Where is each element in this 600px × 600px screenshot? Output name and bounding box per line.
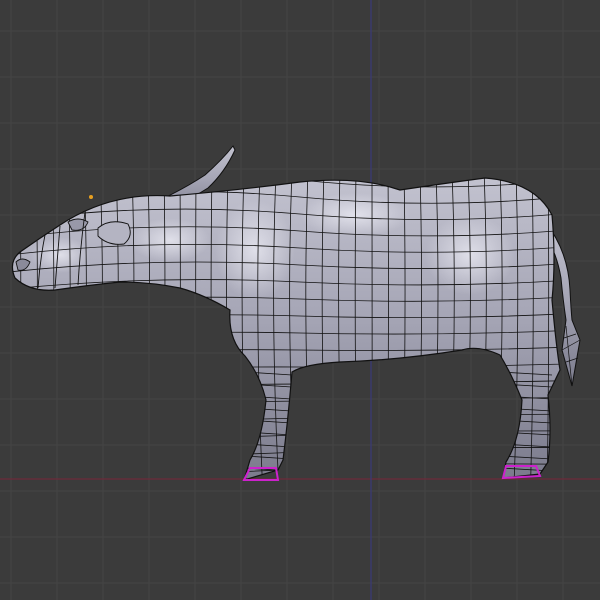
origin-dot	[89, 195, 93, 199]
3d-viewport[interactable]	[0, 0, 600, 600]
buffalo-mesh[interactable]	[0, 0, 600, 600]
